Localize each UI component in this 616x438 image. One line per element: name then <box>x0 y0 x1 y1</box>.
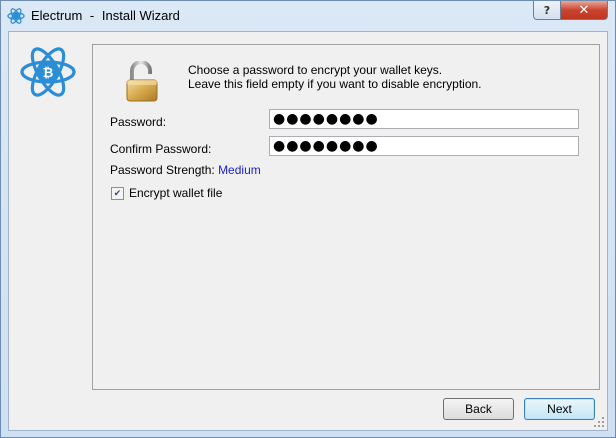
help-button[interactable]: ? <box>533 1 561 20</box>
password-input[interactable]: ●●●●●●●● <box>269 109 579 129</box>
encrypt-wallet-label[interactable]: Encrypt wallet file <box>129 186 222 200</box>
intro-line-2: Leave this field empty if you want to di… <box>188 77 482 91</box>
password-label: Password: <box>110 115 167 129</box>
app-name: Electrum <box>31 8 83 23</box>
electrum-logo-icon <box>7 8 25 24</box>
confirm-password-input[interactable]: ●●●●●●●● <box>269 136 579 156</box>
title-separator: - <box>89 8 95 23</box>
title-bar[interactable]: Electrum - Install Wizard ? ✕ <box>1 1 615 31</box>
svg-text:₿: ₿ <box>43 66 54 81</box>
window-title: Electrum - Install Wizard <box>31 8 180 23</box>
close-icon: ✕ <box>578 2 590 18</box>
encrypt-wallet-checkbox[interactable]: ✔ <box>111 186 124 200</box>
check-icon: ✔ <box>113 187 122 198</box>
electrum-bitcoin-atom-logo: ₿ <box>20 47 76 97</box>
intro-message: Choose a password to encrypt your wallet… <box>188 63 482 91</box>
next-button[interactable]: Next <box>524 398 595 420</box>
password-strength: Password Strength: Medium <box>110 163 261 177</box>
help-icon: ? <box>543 3 551 17</box>
wizard-client-area: ₿ Choose a password to encrypt your wall… <box>8 31 608 431</box>
padlock-open-icon <box>126 61 158 102</box>
password-page-panel: Choose a password to encrypt your wallet… <box>92 44 600 390</box>
resize-grip-icon[interactable] <box>594 417 604 427</box>
confirm-password-label: Confirm Password: <box>110 142 212 156</box>
install-wizard-window: Electrum - Install Wizard ? ✕ ₿ Choose a… <box>0 0 616 438</box>
back-button[interactable]: Back <box>443 398 514 420</box>
intro-line-1: Choose a password to encrypt your wallet… <box>188 63 443 77</box>
wizard-title: Install Wizard <box>101 8 180 23</box>
close-button[interactable]: ✕ <box>560 1 608 20</box>
encrypt-wallet-option[interactable]: ✔ Encrypt wallet file <box>110 186 222 200</box>
password-strength-label: Password Strength: <box>110 163 215 177</box>
password-strength-value: Medium <box>218 163 261 177</box>
